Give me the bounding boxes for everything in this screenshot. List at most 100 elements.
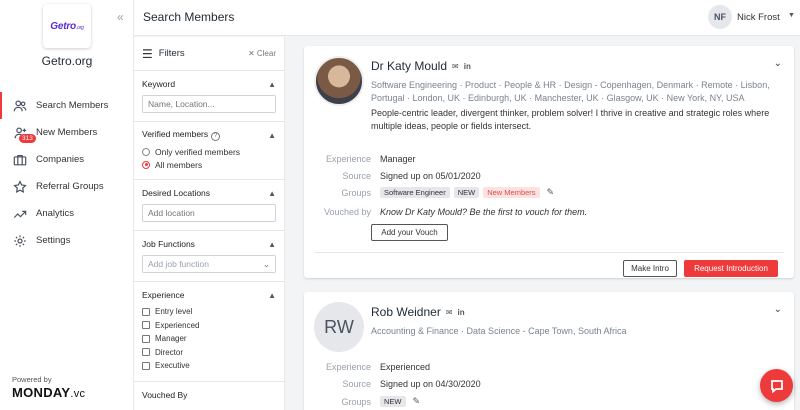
locations-header[interactable]: Desired Locations ▲ — [142, 186, 276, 200]
checkbox-label: Executive — [155, 361, 190, 371]
groups-row: Groups NEW ✎ — [304, 396, 794, 407]
sidebar-item-new-members[interactable]: 313 New Members — [0, 119, 134, 146]
member-tags: Software Engineering · Product · People … — [371, 80, 770, 103]
verified-header[interactable]: Verified members? ▲ — [142, 128, 276, 142]
linkedin-icon[interactable]: in — [458, 308, 465, 317]
radio-label: All members — [155, 159, 203, 170]
experience-row: Experience Experienced — [304, 362, 794, 372]
new-members-badge: 313 — [19, 134, 36, 143]
email-icon[interactable]: ✉ — [452, 62, 459, 71]
checkbox[interactable] — [142, 334, 150, 343]
experience-section: Experience ▲ Entry level Experienced Man… — [134, 282, 284, 382]
experience-header[interactable]: Experience ▲ — [142, 288, 276, 302]
gear-icon — [12, 234, 28, 248]
double-chevron-left-icon[interactable]: « — [117, 10, 124, 24]
experience-value: Experienced — [380, 362, 431, 372]
edit-icon[interactable]: ✎ — [547, 187, 555, 198]
chevron-down-icon[interactable]: ⌄ — [774, 304, 782, 315]
section-title: Vouched By — [142, 389, 188, 400]
locations-section: Desired Locations ▲ — [134, 180, 284, 231]
keyword-header[interactable]: Keyword ▲ — [142, 77, 276, 91]
checkbox-label: Director — [155, 347, 184, 357]
org-logo[interactable]: Getro.org — [43, 4, 91, 48]
field-label: Experience — [325, 362, 371, 372]
source-row: Source Signed up on 04/30/2020 — [304, 379, 794, 389]
chevron-up-icon[interactable]: ▲ — [268, 80, 276, 89]
vouched-by-header[interactable]: Vouched By — [142, 388, 276, 402]
email-icon[interactable]: ✉ — [446, 308, 453, 317]
linkedin-icon[interactable]: in — [464, 62, 471, 71]
top-header: Search Members NF Nick Frost ▼ — [134, 0, 800, 36]
sidebar-item-label: Referral Groups — [36, 181, 104, 192]
member-name[interactable]: Rob Weidner — [371, 305, 441, 319]
checkbox[interactable] — [142, 321, 150, 330]
radio-button[interactable] — [142, 147, 150, 156]
keyword-input[interactable] — [142, 95, 276, 113]
checkbox-director[interactable]: Director — [142, 346, 276, 360]
chevron-down-icon[interactable]: ⌄ — [774, 58, 782, 69]
checkbox-label: Entry level — [155, 307, 193, 317]
filters-header: ☰ Filters ✕ Clear — [134, 37, 284, 71]
field-label: Source — [342, 171, 371, 181]
job-function-select[interactable]: Add job function ⌄ — [142, 255, 276, 273]
help-icon[interactable]: ? — [211, 131, 221, 141]
sidebar-item-referral-groups[interactable]: Referral Groups — [0, 173, 134, 200]
chat-button[interactable] — [760, 369, 793, 402]
sidebar-item-analytics[interactable]: Analytics — [0, 200, 134, 227]
avatar[interactable] — [314, 56, 364, 106]
make-intro-button[interactable]: Make Intro — [623, 260, 677, 277]
checkbox[interactable] — [142, 348, 150, 357]
edit-icon[interactable]: ✎ — [413, 396, 421, 407]
briefcase-icon — [12, 153, 28, 167]
checkbox-entry-level[interactable]: Entry level — [142, 305, 276, 319]
sidebar-nav: Search Members 313 New Members Companies… — [0, 92, 134, 254]
job-functions-section: Job Functions ▲ Add job function ⌄ — [134, 231, 284, 282]
brand-name: MONDAY — [12, 385, 71, 400]
clear-filters-button[interactable]: ✕ Clear — [248, 49, 276, 58]
job-functions-header[interactable]: Job Functions ▲ — [142, 237, 276, 251]
source-value: Signed up on 05/01/2020 — [380, 171, 481, 181]
location-input[interactable] — [142, 204, 276, 222]
sidebar-item-settings[interactable]: Settings — [0, 227, 134, 254]
chevron-up-icon[interactable]: ▲ — [268, 240, 276, 249]
org-name: Getro.org — [41, 54, 93, 68]
section-title: Experience — [142, 290, 185, 300]
vouched-by-section: Vouched By — [134, 382, 284, 410]
checkbox-label: Manager — [155, 334, 187, 344]
checkbox[interactable] — [142, 361, 150, 370]
radio-verified-only[interactable]: Only verified members — [142, 145, 276, 158]
checkbox[interactable] — [142, 307, 150, 316]
field-label: Vouched by — [323, 207, 371, 217]
caret-down-icon[interactable]: ▼ — [788, 12, 795, 19]
chevron-up-icon[interactable]: ▲ — [268, 131, 276, 140]
brand-suffix: .vc — [70, 388, 86, 400]
chevron-up-icon[interactable]: ▲ — [268, 291, 276, 300]
sidebar-item-label: New Members — [36, 127, 98, 138]
sidebar: Getro.org « Getro.org Search Members 313… — [0, 0, 134, 410]
user-avatar[interactable]: NF — [708, 5, 732, 29]
request-introduction-button[interactable]: Request Introduction — [684, 260, 778, 277]
chevron-up-icon[interactable]: ▲ — [268, 189, 276, 198]
add-vouch-button[interactable]: Add your Vouch — [371, 224, 448, 241]
sidebar-item-search-members[interactable]: Search Members — [0, 92, 134, 119]
checkbox-executive[interactable]: Executive — [142, 359, 276, 373]
radio-label: Only verified members — [155, 146, 241, 157]
radio-button[interactable] — [142, 160, 150, 169]
member-card: RW Rob Weidner ✉ in ⌄ Accounting & Finan… — [304, 292, 794, 410]
chat-icon — [770, 379, 783, 393]
member-tags: Accounting & Finance · Data Science - Ca… — [371, 326, 627, 336]
users-icon — [12, 99, 28, 113]
sidebar-item-companies[interactable]: Companies — [0, 146, 134, 173]
avatar[interactable]: RW — [314, 302, 364, 352]
user-name[interactable]: Nick Frost — [737, 12, 780, 23]
radio-all-members[interactable]: All members — [142, 158, 276, 171]
source-value: Signed up on 04/30/2020 — [380, 379, 481, 389]
checkbox-manager[interactable]: Manager — [142, 332, 276, 346]
brand-logo[interactable]: MONDAY.vc — [12, 385, 85, 400]
keyword-section: Keyword ▲ — [134, 71, 284, 122]
section-title: Keyword — [142, 79, 176, 89]
member-name[interactable]: Dr Katy Mould — [371, 59, 447, 73]
star-icon — [12, 179, 28, 194]
checkbox-experienced[interactable]: Experienced — [142, 319, 276, 333]
divider — [314, 252, 784, 253]
